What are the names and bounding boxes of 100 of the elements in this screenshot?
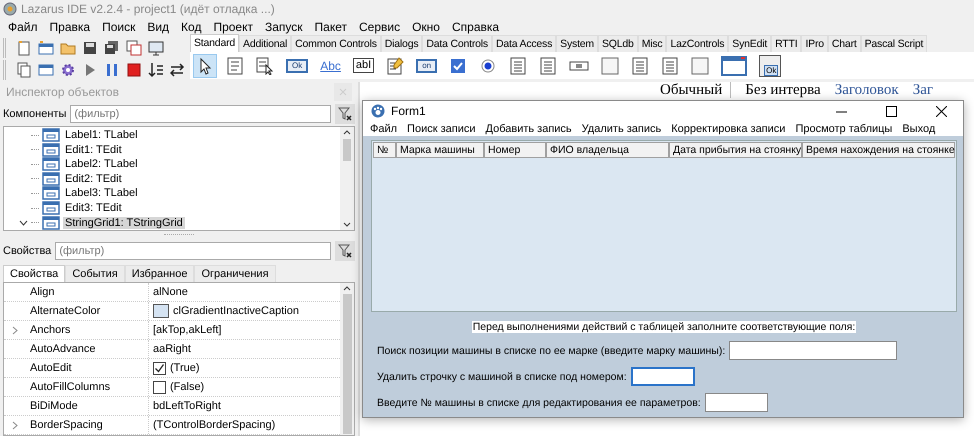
menu-item[interactable]: Корректировка записи: [666, 122, 790, 135]
filter-clear-icon[interactable]: [338, 244, 352, 258]
string-grid[interactable]: № Марка машины Номер ФИО владельца Дата прибытия на стоянку Время нахождения на стоянке: [371, 140, 957, 312]
panel-icon[interactable]: [601, 56, 620, 74]
tree-item[interactable]: Label3: TLabel: [63, 187, 140, 200]
style-gallery-item[interactable]: Обычный: [660, 82, 732, 98]
property-value[interactable]: [akTop,akLeft]: [153, 324, 222, 336]
tree-item[interactable]: StringGrid1: TStringGrid: [63, 216, 185, 229]
menu-item[interactable]: Справка: [446, 20, 506, 34]
toggle-box-icon[interactable]: on: [416, 58, 438, 72]
menu-item[interactable]: Удалить запись: [576, 122, 666, 135]
popup-menu-icon[interactable]: [256, 56, 274, 74]
menu-item[interactable]: Сервис: [353, 20, 406, 34]
menu-item[interactable]: Выход: [897, 122, 940, 135]
palette-tab[interactable]: LazControls: [666, 35, 728, 52]
gear-icon[interactable]: [60, 62, 76, 78]
tab[interactable]: Ограничения: [194, 265, 276, 282]
palette-tab[interactable]: Dialogs: [380, 35, 422, 52]
windows-icon[interactable]: [126, 40, 142, 56]
step-over-icon[interactable]: [170, 62, 186, 78]
save-icon[interactable]: [82, 40, 98, 56]
palette-tab[interactable]: Misc: [638, 35, 666, 52]
copy-icon[interactable]: [16, 62, 32, 78]
tree-item[interactable]: Label1: TLabel: [63, 129, 140, 142]
style-gallery-item[interactable]: Заг: [912, 82, 934, 98]
menu-item[interactable]: Правка: [44, 20, 96, 34]
stop-icon[interactable]: [126, 62, 142, 78]
checkbox[interactable]: [153, 362, 166, 374]
property-value[interactable]: (True): [170, 362, 200, 374]
menu-item[interactable]: Пакет: [308, 20, 353, 34]
memo-icon[interactable]: [386, 56, 404, 74]
menu-item[interactable]: Проект: [207, 20, 259, 34]
scrollbar-thumb[interactable]: [342, 294, 352, 434]
tree-item[interactable]: Edit2: TEdit: [63, 172, 124, 185]
palette-tab[interactable]: Chart: [828, 35, 861, 52]
menu-item[interactable]: Запуск: [258, 20, 309, 34]
step-into-icon[interactable]: [148, 62, 164, 78]
button-icon[interactable]: Ok: [286, 58, 308, 72]
palette-tab[interactable]: RTTI: [771, 35, 802, 52]
palette-tab[interactable]: Additional: [239, 35, 292, 52]
monitor-icon[interactable]: [148, 40, 164, 56]
pause-icon[interactable]: [104, 62, 120, 78]
checkbox[interactable]: [153, 380, 166, 394]
panel-icon[interactable]: [691, 56, 710, 74]
menu-icon[interactable]: [226, 56, 244, 74]
list-icon[interactable]: [509, 56, 528, 74]
style-gallery-item[interactable]: Без интерва: [745, 82, 821, 98]
menu-item[interactable]: Файл: [365, 122, 402, 135]
input-field[interactable]: [630, 367, 695, 386]
palette-tab[interactable]: SQLdb: [598, 35, 638, 52]
filter-field[interactable]: (фильтр): [70, 104, 331, 123]
tree-item[interactable]: Label2: TLabel: [63, 158, 140, 170]
menu-item[interactable]: Просмотр таблицы: [790, 122, 898, 135]
property-value[interactable]: clGradientInactiveCaption: [173, 305, 299, 317]
palette-tab[interactable]: Data Controls: [422, 35, 492, 52]
palette-tab[interactable]: IPro: [801, 35, 828, 52]
list-icon[interactable]: [539, 56, 558, 74]
new-file-icon[interactable]: [16, 40, 32, 56]
palette-tab[interactable]: System: [556, 35, 598, 52]
new-form-icon[interactable]: [38, 40, 54, 56]
scroll-up-icon[interactable]: [343, 130, 351, 135]
menu-item[interactable]: Код: [175, 20, 208, 34]
property-value[interactable]: (TControlBorderSpacing): [153, 419, 276, 431]
menu-item[interactable]: Файл: [2, 20, 44, 34]
palette-tab[interactable]: Data Access: [492, 35, 556, 52]
scroll-down-icon[interactable]: [343, 222, 351, 227]
list-icon[interactable]: [661, 56, 680, 74]
property-value[interactable]: aaRight: [153, 343, 191, 355]
checkbox-icon[interactable]: [450, 58, 466, 74]
style-gallery-item[interactable]: Заголовок: [834, 82, 899, 98]
tab[interactable]: Свойства: [3, 265, 66, 282]
list-icon[interactable]: [631, 56, 650, 74]
action-list-icon[interactable]: Ok: [759, 54, 782, 76]
frame-icon[interactable]: [721, 56, 748, 76]
save-all-icon[interactable]: [104, 40, 120, 56]
menu-item[interactable]: Вид: [141, 20, 176, 34]
tree-item[interactable]: Edit3: TEdit: [63, 202, 124, 214]
palette-tab[interactable]: Common Controls: [291, 35, 381, 52]
menu-item[interactable]: Окно: [406, 20, 446, 34]
radio-icon[interactable]: [480, 58, 496, 74]
property-value[interactable]: bdLeftToRight: [153, 400, 221, 412]
scroll-up-icon[interactable]: [343, 286, 351, 291]
palette-tab[interactable]: Standard: [190, 34, 240, 52]
scrollbar-thumb[interactable]: [343, 138, 351, 161]
window-icon[interactable]: [38, 62, 54, 78]
tab[interactable]: Избранное: [124, 265, 194, 282]
filter-field[interactable]: (фильтр): [55, 242, 331, 260]
input-field[interactable]: [729, 341, 898, 360]
label-icon[interactable]: Abc: [320, 58, 341, 72]
maximize-icon[interactable]: [886, 106, 896, 117]
filter-clear-icon[interactable]: [338, 106, 352, 121]
tree-item[interactable]: Edit1: TEdit: [63, 144, 124, 156]
palette-tab[interactable]: Pascal Script: [860, 35, 928, 52]
menu-item[interactable]: Добавить запись: [480, 122, 577, 135]
scrollbar-icon[interactable]: [569, 60, 590, 70]
property-value[interactable]: (False): [170, 381, 204, 393]
edit-icon[interactable]: abI: [352, 58, 374, 73]
close-icon[interactable]: [936, 106, 946, 117]
palette-tab[interactable]: SynEdit: [728, 35, 772, 52]
input-field[interactable]: [704, 393, 768, 412]
